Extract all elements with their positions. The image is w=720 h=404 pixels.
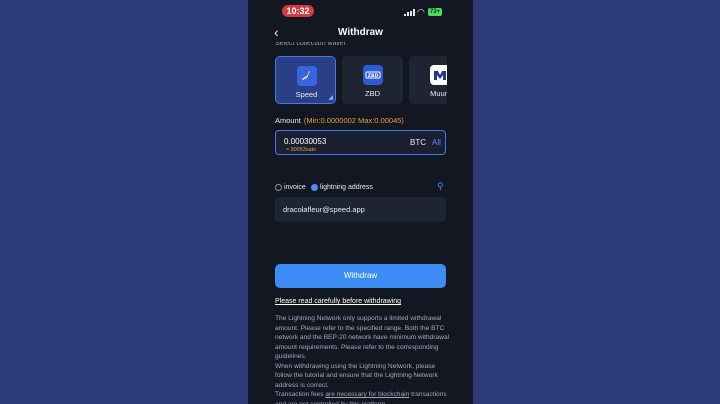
invoice-radio[interactable] — [275, 184, 282, 191]
wallet-speed[interactable]: Speed ◢ — [275, 56, 336, 104]
app-header: ‹ Withdraw — [248, 22, 473, 44]
amount-label: Amount — [275, 116, 301, 125]
amount-currency: BTC — [410, 138, 426, 147]
speed-logo-icon — [297, 66, 317, 86]
address-value: dracolafleur@speed.app — [283, 205, 365, 214]
notice-link[interactable]: Please read carefully before withdrawing — [275, 298, 401, 305]
battery-icon: 73+ — [428, 8, 442, 16]
status-time: 10:32 — [282, 5, 314, 17]
amount-range: (Min:0.0000002 Max:0.00045) — [303, 116, 404, 125]
svg-text:ZBD: ZBD — [368, 73, 379, 79]
lightning-address-radio[interactable] — [311, 184, 318, 191]
withdraw-mode: invoice lightning address ⚲ — [275, 181, 447, 195]
wallet-selector: Speed ◢ ZBD ZBD Muun — [275, 56, 447, 104]
amount-value: 0.00030053 — [284, 137, 327, 146]
all-button[interactable]: All — [432, 138, 441, 147]
status-bar: 10:32 ◠ 73+ — [248, 0, 473, 22]
description-paragraph: Transaction fees are necessary for block… — [275, 390, 450, 404]
wallet-label: ZBD — [365, 89, 380, 98]
page-title: Withdraw — [338, 27, 383, 38]
signal-icon — [404, 9, 415, 16]
amount-header: Amount (Min:0.0000002 Max:0.00045) — [275, 116, 404, 125]
wifi-icon: ◠ — [417, 7, 425, 17]
section-label: Select collection wallet — [275, 42, 346, 47]
muun-logo-icon — [430, 65, 447, 85]
zbd-logo-icon: ZBD — [363, 65, 383, 85]
phone-screen: 10:32 ◠ 73+ ‹ Withdraw Select collection… — [248, 0, 473, 404]
location-pin-icon[interactable]: ⚲ — [437, 181, 444, 192]
wallet-zbd[interactable]: ZBD ZBD — [342, 56, 403, 104]
invoice-label[interactable]: invoice — [284, 184, 306, 191]
description-paragraph: The Lightning Network only supports a li… — [275, 315, 450, 360]
amount-sats: ≈ 30053sats — [286, 147, 316, 153]
fees-underlined: are necessary for blockchain — [325, 391, 410, 398]
wallet-muun[interactable]: Muun — [409, 56, 447, 104]
wallet-label: Muun — [430, 89, 447, 98]
address-field[interactable]: dracolafleur@speed.app — [275, 197, 446, 222]
amount-input[interactable]: 0.00030053 ≈ 30053sats BTC All — [275, 130, 446, 155]
withdraw-button[interactable]: Withdraw — [275, 264, 446, 288]
description-text: The Lightning Network only supports a li… — [275, 314, 450, 404]
description-fragment: Transaction fees — [275, 391, 326, 398]
selected-check-icon: ◢ — [328, 95, 333, 101]
description-paragraph: When withdrawing using the Lightning Net… — [275, 362, 438, 389]
lightning-address-label[interactable]: lightning address — [320, 184, 373, 191]
